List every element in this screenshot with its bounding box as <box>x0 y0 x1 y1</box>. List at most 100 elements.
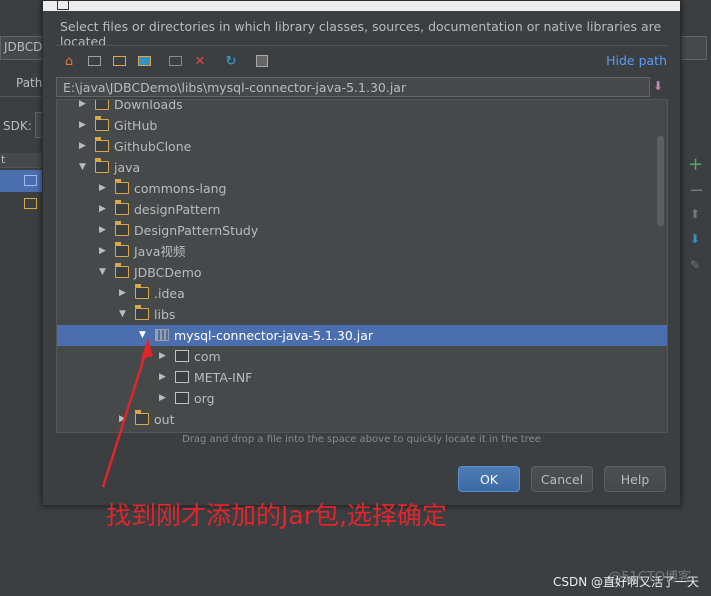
tab-paths[interactable]: Path <box>16 76 42 90</box>
tree-item-label: java <box>114 160 141 175</box>
collapsed-arrow-icon[interactable]: ▶ <box>159 388 169 409</box>
folder-icon <box>95 137 109 152</box>
folder-icon <box>135 410 149 425</box>
tree-item-label: designPattern <box>134 202 221 217</box>
ok-button[interactable]: OK <box>458 466 520 492</box>
collapsed-arrow-icon[interactable]: ▶ <box>99 178 109 199</box>
tree-row-folder[interactable]: ▶ designPattern <box>57 199 667 220</box>
cancel-button[interactable]: Cancel <box>531 466 593 492</box>
tree-row-folder[interactable]: ▶ GitHub <box>57 115 667 136</box>
drag-drop-hint: Drag and drop a file into the space abov… <box>182 434 541 445</box>
folder-icon <box>115 179 129 194</box>
tree-item-label: Downloads <box>114 99 183 112</box>
folder-icon <box>95 158 109 173</box>
move-up-icon[interactable]: ⬆ <box>690 207 700 221</box>
folder-icon <box>135 305 149 320</box>
tree-item-label: JDBCDemo <box>134 265 202 280</box>
module-name-text: JDBCD <box>4 40 43 54</box>
module-name-field-right[interactable] <box>679 36 707 60</box>
collapsed-arrow-icon[interactable]: ▶ <box>119 283 129 304</box>
folder-icon <box>115 221 129 236</box>
library-icon <box>24 175 37 186</box>
add-icon[interactable]: + <box>688 154 703 175</box>
refresh-icon[interactable]: ↻ <box>222 52 240 70</box>
tree-item-label: out <box>154 412 175 427</box>
folder-icon <box>24 198 37 209</box>
dialog-titlebar <box>43 1 680 11</box>
move-down-icon[interactable]: ⬇ <box>690 232 700 246</box>
new-folder-icon[interactable] <box>166 52 184 70</box>
window-icon <box>57 1 69 10</box>
tree-row-folder[interactable]: ▶ Downloads <box>57 99 667 115</box>
collapsed-arrow-icon[interactable]: ▶ <box>79 115 89 136</box>
tree-item-label: GithubClone <box>114 139 192 154</box>
remove-icon[interactable]: − <box>689 180 704 201</box>
collapsed-arrow-icon[interactable]: ▶ <box>79 136 89 157</box>
tree-row-folder[interactable]: ▶ GithubClone <box>57 136 667 157</box>
tree-item-label: commons-lang <box>134 181 227 196</box>
tree-row-folder[interactable]: ▶ commons-lang <box>57 178 667 199</box>
column-header-label: t <box>1 153 6 166</box>
tree-row-folder[interactable]: ▼ java <box>57 157 667 178</box>
file-tree[interactable]: ▶ Downloads ▶ GitHub ▶ GithubClone ▼ java ▶ commo… <box>56 99 668 433</box>
help-button[interactable]: Help <box>604 466 666 492</box>
tree-item-label: .idea <box>154 286 185 301</box>
tree-row-folder[interactable]: ▶ .idea <box>57 283 667 304</box>
jar-icon <box>155 329 169 341</box>
expanded-arrow-icon[interactable]: ▼ <box>119 304 129 325</box>
collapsed-arrow-icon[interactable]: ▶ <box>99 241 109 262</box>
tree-row-jar[interactable]: ▼ mysql-connector-java-5.1.30.jar <box>57 325 667 346</box>
module-folder-icon[interactable] <box>135 52 153 70</box>
tree-item-label: GitHub <box>114 118 158 133</box>
tree-row-package[interactable]: ▶ org <box>57 388 667 409</box>
expanded-arrow-icon[interactable]: ▼ <box>99 262 109 283</box>
collapsed-arrow-icon[interactable]: ▶ <box>119 409 129 430</box>
tree-row-folder[interactable]: ▶ Java视频 <box>57 241 667 262</box>
folder-icon <box>95 100 109 110</box>
sdk-label: SDK: <box>3 119 32 133</box>
folder-icon <box>135 284 149 299</box>
package-icon <box>175 371 189 383</box>
delete-icon[interactable]: ✕ <box>191 52 209 70</box>
tree-item-label: mysql-connector-java-5.1.30.jar <box>174 328 374 343</box>
history-icon[interactable]: ⬇ <box>653 79 667 95</box>
column-header <box>0 153 43 168</box>
show-hidden-icon[interactable] <box>253 52 271 70</box>
tree-item-label: META-INF <box>194 370 253 385</box>
folder-icon <box>115 242 129 257</box>
edit-icon[interactable]: ✎ <box>690 258 700 272</box>
expanded-arrow-icon[interactable]: ▼ <box>139 325 149 346</box>
path-input[interactable]: E:\java\JDBCDemo\libs\mysql-connector-ja… <box>56 77 650 97</box>
tree-row-folder[interactable]: ▼ JDBCDemo <box>57 262 667 283</box>
tree-item-label: com <box>194 349 221 364</box>
folder-icon <box>115 200 129 215</box>
collapsed-arrow-icon[interactable]: ▶ <box>99 220 109 241</box>
tree-item-label: org <box>194 391 215 406</box>
tree-row-package[interactable]: ▶ com <box>57 346 667 367</box>
tree-row-folder[interactable]: ▶ DesignPatternStudy <box>57 220 667 241</box>
csdn-watermark: CSDN @直好啊又活了一天 <box>552 575 699 589</box>
collapsed-arrow-icon[interactable]: ▶ <box>99 199 109 220</box>
tree-item-label: Java视频 <box>134 244 186 259</box>
tree-item-label: libs <box>154 307 176 322</box>
divider <box>55 45 667 46</box>
collapsed-arrow-icon[interactable]: ▶ <box>159 346 169 367</box>
package-icon <box>175 350 189 362</box>
home-icon[interactable]: ⌂ <box>60 52 78 70</box>
collapsed-arrow-icon[interactable]: ▶ <box>79 100 89 115</box>
tree-scrollbar[interactable] <box>657 136 664 226</box>
collapsed-arrow-icon[interactable]: ▶ <box>159 367 169 388</box>
folder-icon <box>115 263 129 278</box>
expanded-arrow-icon[interactable]: ▼ <box>79 157 89 178</box>
hide-path-link[interactable]: Hide path <box>606 53 667 68</box>
folder-icon <box>95 116 109 131</box>
tree-row-folder[interactable]: ▶ out <box>57 409 667 430</box>
project-folder-icon[interactable] <box>110 52 128 70</box>
desktop-icon[interactable] <box>85 52 103 70</box>
choose-library-dialog: Select files or directories in which lib… <box>42 0 681 506</box>
tree-row-package[interactable]: ▶ META-INF <box>57 367 667 388</box>
package-icon <box>175 392 189 404</box>
tree-row-folder[interactable]: ▼ libs <box>57 304 667 325</box>
annotation-text: 找到刚才添加的Jar包,选择确定 <box>106 501 447 530</box>
tree-item-label: DesignPatternStudy <box>134 223 259 238</box>
